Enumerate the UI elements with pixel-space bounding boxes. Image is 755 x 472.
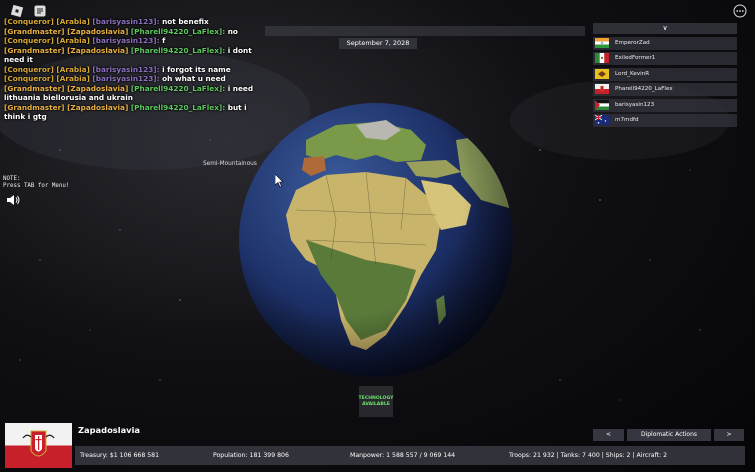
player-row[interactable]: Pharell94220_LaFlex [593, 83, 737, 96]
chat-log: [Conqueror] [Arabia] [barisyasin123]: no… [4, 17, 264, 122]
chat-rank: [Grandmaster] [4, 102, 65, 112]
diplomacy-prev-button[interactable]: < [593, 429, 624, 441]
country-flag-zapadoslavia [5, 423, 72, 468]
chat-text: i forgot its name [162, 64, 231, 74]
tech-button-line2: AVAILABLE [362, 401, 390, 407]
terrain-tooltip: Semi-Mountainous [203, 161, 257, 167]
chat-country: [Zapadoslavia] [67, 45, 129, 55]
player-flag-icon [595, 99, 609, 110]
chat-username: [Pharell94220_LaFlex]: [130, 45, 226, 55]
chat-rank: [Conqueror] [4, 74, 54, 83]
more-options-icon[interactable] [733, 4, 747, 18]
chat-message: [Conqueror] [Arabia] [barisyasin123]: no… [4, 17, 264, 27]
player-name: barisyasin123 [615, 101, 655, 108]
chat-username: [Pharell94220_LaFlex]: [130, 26, 226, 36]
chat-rank: [Conqueror] [4, 64, 54, 74]
chat-message: [Conqueror] [Arabia] [barisyasin123]: f [4, 36, 264, 46]
technology-available-button[interactable]: TECHNOLOGY AVAILABLE [359, 386, 393, 417]
player-list-collapse-button[interactable]: ∨ [593, 23, 737, 34]
player-name: Lord_KevinR [615, 70, 650, 77]
chat-message: [Grandmaster] [Zapadoslavia] [Pharell942… [4, 46, 264, 65]
chat-username: [barisyasin123]: [92, 74, 160, 83]
chat-username: [barisyasin123]: [92, 17, 160, 26]
chat-country: [Arabia] [56, 64, 90, 74]
game-date: September 7, 2028 [339, 38, 417, 49]
manpower-stat: Manpower: 1 588 557 / 9 069 144 [350, 452, 456, 459]
chat-country: [Arabia] [56, 74, 90, 83]
tech-button-line1: TECHNOLOGY [358, 395, 394, 401]
player-name: m7mdfd [615, 117, 639, 123]
chat-country: [Arabia] [56, 17, 90, 26]
note-text: Press TAB for Menu! [3, 183, 70, 189]
chat-country: [Zapadoslavia] [67, 26, 129, 36]
chat-message: [Conqueror] [Arabia] [barisyasin123]: oh… [4, 74, 264, 84]
chat-rank: [Conqueror] [4, 17, 54, 26]
menu-hint-note: NOTE: Press TAB for Menu! [3, 176, 69, 190]
chat-icon[interactable] [33, 4, 47, 18]
player-flag-icon [595, 53, 609, 63]
player-row[interactable]: ExiledFormer1 [593, 52, 737, 65]
player-row[interactable]: EmperorZad [593, 36, 737, 50]
chat-username: [Pharell94220_LaFlex]: [130, 83, 226, 93]
player-name: EmperorZad [615, 39, 650, 46]
earth-globe[interactable] [236, 100, 516, 380]
roblox-logo-icon[interactable] [10, 4, 24, 18]
player-row[interactable]: m7mdfd [593, 114, 737, 127]
top-info-bar [265, 26, 585, 36]
player-row[interactable]: Lord_KevinR [593, 67, 737, 81]
country-name: Zapadoslavia [78, 425, 141, 435]
chat-rank: [Grandmaster] [4, 83, 65, 93]
chat-message: [Grandmaster] [Zapadoslavia] [Pharell942… [4, 27, 264, 37]
player-list: ∨ EmperorZad ExiledFormer1 Lord_KevinR Phar… [593, 23, 737, 127]
chat-username: [Pharell94220_LaFlex]: [130, 102, 226, 112]
chat-country: [Arabia] [56, 36, 90, 45]
player-name: ExiledFormer1 [615, 55, 656, 61]
player-flag-icon [595, 37, 609, 48]
player-flag-icon [595, 115, 609, 125]
chat-message: [Conqueror] [Arabia] [barisyasin123]: i … [4, 65, 264, 75]
note-title: NOTE: [3, 176, 21, 182]
treasury-stat: Treasury: $1 106 668 581 [80, 452, 160, 459]
chat-text: not benefix [162, 17, 209, 26]
speaker-icon[interactable] [6, 193, 20, 207]
chat-text: f [162, 36, 166, 45]
chat-country: [Zapadoslavia] [67, 83, 129, 93]
mouse-cursor-icon [275, 174, 284, 188]
player-name: Pharell94220_LaFlex [615, 86, 673, 92]
player-row[interactable]: barisyasin123 [593, 98, 737, 112]
chat-text: oh what u need [162, 74, 226, 83]
chat-rank: [Conqueror] [4, 36, 54, 45]
chat-text: no [227, 26, 238, 36]
diplomatic-actions-button[interactable]: Diplomatic Actions [627, 429, 711, 441]
country-stats-bar: Treasury: $1 106 668 581 Population: 181… [75, 446, 745, 465]
chat-rank: [Grandmaster] [4, 45, 65, 55]
player-flag-icon [595, 84, 609, 94]
chat-message: [Grandmaster] [Zapadoslavia] [Pharell942… [4, 84, 264, 103]
chat-message: [Grandmaster] [Zapadoslavia] [Pharell942… [4, 103, 264, 122]
player-flag-icon [595, 68, 609, 79]
chat-country: [Zapadoslavia] [67, 102, 129, 112]
diplomacy-next-button[interactable]: > [714, 429, 744, 441]
population-stat: Population: 181 399 806 [213, 452, 289, 459]
chat-username: [barisyasin123]: [92, 36, 160, 45]
chat-rank: [Grandmaster] [4, 26, 65, 36]
military-stat: Troops: 21 932 | Tanks: 7 400 | Ships: 2… [509, 452, 668, 459]
chat-username: [barisyasin123]: [92, 64, 160, 74]
